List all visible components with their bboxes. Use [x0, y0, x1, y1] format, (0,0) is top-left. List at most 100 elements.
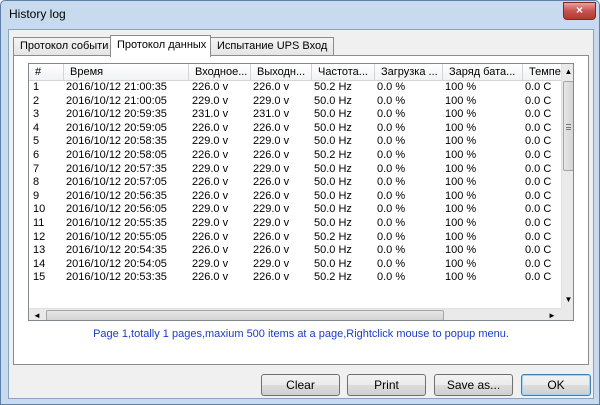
print-button[interactable]: Print — [347, 374, 426, 396]
table-row[interactable]: 6 2016/10/12 20:58:05 226.0 v 226.0 v 50.2 H… — [29, 149, 563, 163]
close-button[interactable]: × — [563, 2, 596, 20]
table-cell: 229.0 v — [192, 216, 229, 229]
table-cell: 2016/10/12 20:57:05 — [66, 176, 167, 189]
table-row[interactable]: 7 2016/10/12 20:57:35 229.0 v 229.0 v 50.0 H… — [29, 163, 563, 177]
table-row[interactable]: 14 2016/10/12 20:54:05 229.0 v 229.0 v 50.0 … — [29, 258, 563, 272]
table-cell: 50.2 Hz — [314, 230, 352, 243]
table-row[interactable]: 2 2016/10/12 21:00:05 229.0 v 229.0 v 50.0 H… — [29, 95, 563, 109]
table-cell: 100 % — [445, 148, 477, 161]
table-cell: 50.0 Hz — [314, 108, 352, 121]
tab-data-log[interactable]: Протокол данных — [110, 35, 211, 57]
table-row[interactable]: 8 2016/10/12 20:57:05 226.0 v 226.0 v 50.0 H… — [29, 176, 563, 190]
table-cell: 8 — [33, 176, 40, 189]
table-header: # Время Входное... Выходн... Частота... Загру… — [29, 64, 563, 81]
title-bar[interactable]: History log × — [1, 1, 599, 29]
table-cell: 226.0 v — [192, 148, 229, 161]
table-cell: 2016/10/12 20:59:35 — [66, 108, 167, 121]
pagination-status: Page 1,totally 1 pages,maxium 500 items … — [93, 328, 509, 340]
table-cell: 9 — [33, 189, 40, 202]
scroll-right-arrow-icon[interactable]: ► — [544, 309, 560, 320]
column-header[interactable]: Темпер — [523, 64, 563, 81]
table-cell: 100 % — [445, 108, 477, 121]
table-cell: 0.0 % — [377, 230, 406, 243]
table-cell: 0.0 % — [377, 176, 406, 189]
table-cell: 2016/10/12 21:00:35 — [66, 81, 167, 93]
table-cell: 0.0 % — [377, 189, 406, 202]
column-header[interactable]: Загрузка ... — [375, 64, 443, 81]
horizontal-scrollbar[interactable]: ◄ ► — [29, 308, 561, 320]
table-cell: 0.0 % — [377, 135, 406, 148]
tab-ups-test-label: Испытание UPS Вход — [217, 40, 328, 52]
table-cell: 100 % — [445, 135, 477, 148]
tab-event-log[interactable]: Протокол событи — [13, 37, 111, 56]
tab-ups-test[interactable]: Испытание UPS Вход — [210, 37, 334, 56]
table-cell: 0.0 C — [525, 94, 552, 107]
table-cell: 226.0 v — [253, 148, 290, 161]
table-cell: 1 — [33, 81, 40, 93]
table-cell: 2016/10/12 20:53:35 — [66, 271, 167, 284]
data-log-table[interactable]: # Время Входное... Выходн... Частота... Загру… — [28, 63, 574, 321]
table-cell: 226.0 v — [253, 121, 290, 134]
table-cell: 226.0 v — [192, 189, 229, 202]
table-row[interactable]: 9 2016/10/12 20:56:35 226.0 v 226.0 v 50.0 H… — [29, 190, 563, 204]
scroll-up-arrow-icon[interactable]: ▲ — [562, 64, 573, 80]
table-body[interactable]: 1 2016/10/12 21:00:35 226.0 v 226.0 v 50.2 H… — [29, 81, 563, 291]
table-row[interactable]: 15 2016/10/12 20:53:35 226.0 v 226.0 v 50.2 … — [29, 271, 563, 285]
table-cell: 226.0 v — [192, 230, 229, 243]
table-cell: 229.0 v — [192, 94, 229, 107]
table-cell: 2016/10/12 20:57:35 — [66, 162, 167, 175]
save-as-button[interactable]: Save as... — [434, 374, 513, 396]
table-cell: 0.0 C — [525, 189, 552, 202]
table-cell: 2016/10/12 20:55:05 — [66, 230, 167, 243]
table-cell: 0.0 % — [377, 108, 406, 121]
ok-button[interactable]: OK — [521, 374, 591, 396]
column-header[interactable]: Заряд бата... — [443, 64, 523, 81]
table-row[interactable]: 12 2016/10/12 20:55:05 226.0 v 226.0 v 50.2 … — [29, 231, 563, 245]
table-cell: 2016/10/12 20:54:35 — [66, 244, 167, 257]
table-row[interactable]: 4 2016/10/12 20:59:05 226.0 v 226.0 v 50.0 H… — [29, 122, 563, 136]
table-row[interactable]: 5 2016/10/12 20:58:35 229.0 v 229.0 v 50.0 H… — [29, 135, 563, 149]
table-cell: 0.0 % — [377, 162, 406, 175]
table-cell: 229.0 v — [192, 162, 229, 175]
table-row[interactable]: 13 2016/10/12 20:54:35 226.0 v 226.0 v 50.0 … — [29, 244, 563, 258]
table-cell: 100 % — [445, 203, 477, 216]
table-cell: 100 % — [445, 94, 477, 107]
table-row[interactable]: 11 2016/10/12 20:55:35 229.0 v 229.0 v 50.0 … — [29, 217, 563, 231]
table-cell: 0.0 C — [525, 271, 552, 284]
column-header[interactable]: Выходн... — [251, 64, 312, 81]
table-cell: 2016/10/12 20:56:35 — [66, 189, 167, 202]
table-cell: 0.0 C — [525, 135, 552, 148]
table-cell: 226.0 v — [192, 244, 229, 257]
table-row[interactable]: 1 2016/10/12 21:00:35 226.0 v 226.0 v 50.2 H… — [29, 81, 563, 95]
close-icon: × — [575, 3, 583, 17]
table-cell: 0.0 C — [525, 244, 552, 257]
table-cell: 50.2 Hz — [314, 271, 352, 284]
table-cell: 0.0 % — [377, 121, 406, 134]
scroll-down-arrow-icon[interactable]: ▼ — [562, 292, 573, 308]
vertical-scrollbar[interactable]: ▲ ▼ — [561, 64, 573, 308]
table-cell: 226.0 v — [253, 81, 290, 93]
table-cell: 0.0 % — [377, 148, 406, 161]
table-cell: 0.0 C — [525, 121, 552, 134]
table-cell: 0.0 % — [377, 271, 406, 284]
table-cell: 100 % — [445, 244, 477, 257]
table-cell: 229.0 v — [253, 203, 290, 216]
clear-button[interactable]: Clear — [261, 374, 340, 396]
table-cell: 229.0 v — [192, 135, 229, 148]
column-header[interactable]: Время — [64, 64, 189, 81]
table-row[interactable]: 10 2016/10/12 20:56:05 229.0 v 229.0 v 50.0 … — [29, 203, 563, 217]
table-cell: 226.0 v — [253, 189, 290, 202]
horizontal-scroll-thumb[interactable] — [46, 310, 444, 320]
table-cell: 229.0 v — [253, 162, 290, 175]
column-header[interactable]: Частота... — [312, 64, 375, 81]
table-cell: 2016/10/12 21:00:05 — [66, 94, 167, 107]
history-log-window: History log × Протокол событи Протокол д… — [0, 0, 600, 405]
scroll-left-arrow-icon[interactable]: ◄ — [29, 309, 45, 320]
vertical-scroll-thumb[interactable] — [563, 81, 573, 171]
table-cell: 0.0 C — [525, 216, 552, 229]
column-header[interactable]: # — [29, 64, 64, 81]
table-cell: 100 % — [445, 162, 477, 175]
column-header[interactable]: Входное... — [189, 64, 251, 81]
table-row[interactable]: 3 2016/10/12 20:59:35 231.0 v 231.0 v 50.0 H… — [29, 108, 563, 122]
table-cell: 3 — [33, 108, 40, 121]
